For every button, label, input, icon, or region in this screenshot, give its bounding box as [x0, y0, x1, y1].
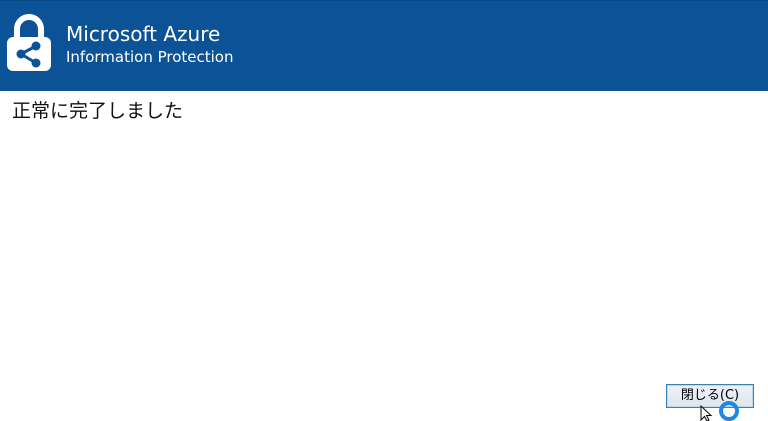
app-title: Microsoft Azure: [66, 22, 221, 46]
status-message: 正常に完了しました: [12, 100, 184, 122]
lock-share-icon: [7, 14, 51, 71]
close-button[interactable]: 閉じる(C): [666, 384, 754, 408]
header-banner: Microsoft Azure Information Protection: [0, 0, 768, 91]
app-subtitle: Information Protection: [66, 48, 234, 66]
aip-dialog-window: Microsoft Azure Information Protection 正…: [0, 0, 768, 421]
